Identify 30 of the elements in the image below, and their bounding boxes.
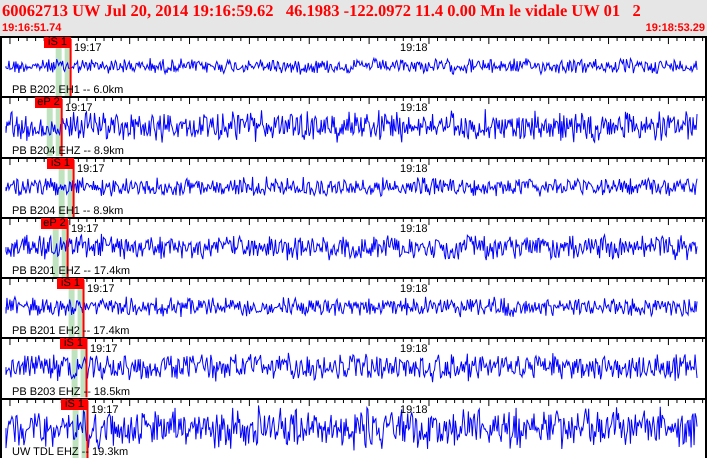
pick-marker[interactable]: iS 1 [44,37,71,48]
channel-label: UW TDL EHZ -- 19.3km [12,446,128,458]
tick-label: 19:18 [400,404,428,416]
pick-marker[interactable]: iS 1 [57,278,84,290]
end-time: 19:18:53.29 [646,21,705,35]
tick-label: 19:17 [87,283,115,296]
start-time: 19:16:51.74 [2,21,62,35]
event-title: 60062713 UW Jul 20, 2014 19:16:59.62 46.1983 -122.0972 11.4 0.00 Mn le vidale UW 01 2 [2,0,642,21]
pick-line [86,340,88,398]
pick-marker[interactable]: iS 1 [47,158,74,169]
pick-marker[interactable]: eP 2 [41,218,68,229]
tick-label: 19:18 [400,162,428,175]
tick-label: 19:18 [400,343,428,356]
pick-marker[interactable]: iS 1 [60,338,87,350]
tick-label: 19:17 [90,343,118,356]
pick-marker[interactable]: eP 2 [35,97,62,108]
channel-label: PB B203 EHZ -- 18.5km [12,386,130,398]
pick-line [86,400,89,458]
tick-label: 19:18 [400,102,428,114]
tick-label: 19:17 [65,102,93,114]
tick-label: 19:17 [91,404,119,416]
tick-label: 19:17 [77,162,105,175]
tick-label: 19:18 [400,42,428,54]
tick-label: 19:17 [74,42,102,54]
pick-line [82,280,85,338]
channel-label: PB B201 EH2 -- 17.4km [12,325,130,338]
tick-label: 19:17 [71,222,99,235]
tick-label: 19:18 [400,222,428,235]
pick-marker[interactable]: iS 1 [61,398,88,410]
tick-label: 19:18 [400,283,428,296]
